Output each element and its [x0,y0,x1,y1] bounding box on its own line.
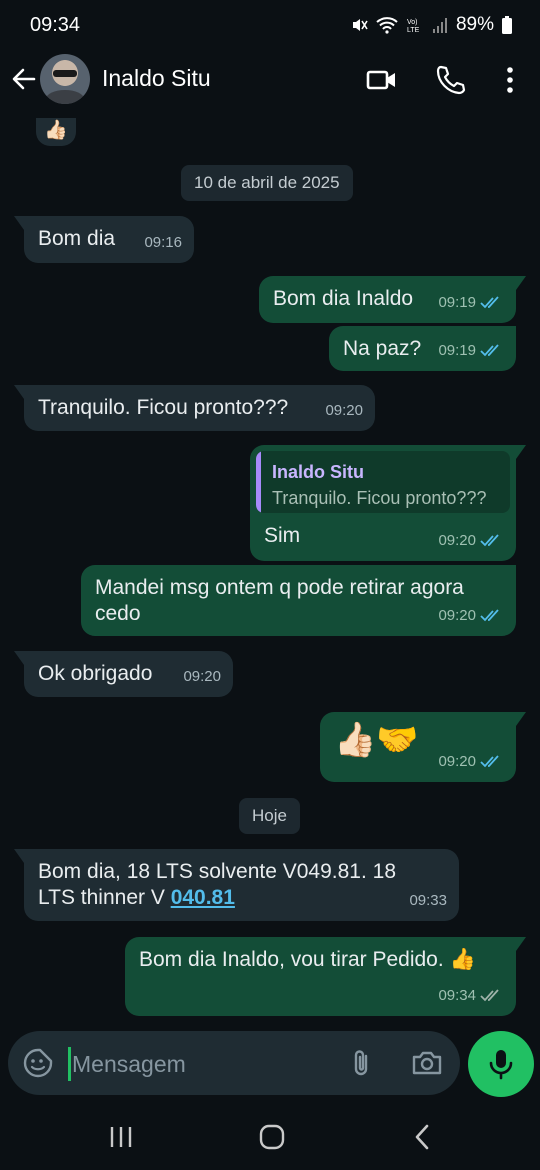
bubble-tail [14,849,24,863]
quoted-message[interactable]: Inaldo Situ Tranquilo. Ficou pronto??? [256,451,510,513]
message-time: 09:16 [144,230,182,256]
message-text: Ok obrigado [38,662,153,685]
bubble-tail [14,651,24,665]
time-label: 09:20 [438,607,476,624]
video-call-icon[interactable] [366,64,398,96]
quoted-author: Inaldo Situ [272,462,364,482]
time-label: 09:34 [438,987,476,1004]
back-nav-icon[interactable] [408,1122,438,1152]
message-text: Bom dia [38,227,116,250]
message-text: Sim [264,524,301,547]
message-time: 09:20 [438,749,504,775]
time-label: 09:19 [438,342,476,359]
delivered-ticks-icon [480,989,499,1002]
status-icons: Vo) LTE 89% [350,14,512,36]
bubble-tail [516,712,526,726]
time-label: 09:20 [438,753,476,770]
bubble-tail [516,276,526,290]
message-text: Bom dia, 18 LTS solvente V049.81. 18 LTS… [38,859,396,911]
battery-icon [502,16,512,34]
sticker-emoji-icon[interactable] [22,1047,54,1079]
back-arrow-icon[interactable] [8,62,42,96]
message-time: 09:19 [438,290,504,316]
reaction-badge[interactable]: 👍🏻 [36,118,76,146]
message-input[interactable] [70,1043,344,1085]
home-icon[interactable] [257,1122,287,1152]
bubble-tail [14,385,24,399]
signal-icon [432,18,447,33]
quoted-text: Tranquilo. Ficou pronto??? [272,488,487,508]
bubble-tail [516,937,526,951]
message-time: 09:19 [438,338,504,364]
microphone-icon [489,1050,513,1080]
message-time: 09:20 [183,664,221,690]
time-label: 09:19 [438,294,476,311]
read-ticks-icon [480,296,499,309]
message-text: Bom dia Inaldo [273,287,414,310]
message-time: 09:33 [409,888,447,914]
message-outgoing[interactable]: Bom dia Inaldo 09:19 [259,276,526,323]
time-label: 09:20 [438,532,476,549]
message-outgoing[interactable]: Bom dia Inaldo, vou tirar Pedido. 👍 09:3… [125,937,526,1016]
message-outgoing-emoji[interactable]: 👍🏻🤝 09:20 [320,712,526,782]
battery-percent: 89% [455,14,494,35]
message-incoming[interactable]: Ok obrigado 09:20 [14,651,233,697]
message-text: Tranquilo. Ficou pronto??? [38,396,289,419]
message-composer [8,1031,460,1095]
mute-icon [352,19,368,31]
message-time: 09:20 [325,398,363,424]
message-outgoing-reply[interactable]: Inaldo Situ Tranquilo. Ficou pronto??? S… [250,445,526,561]
svg-text:Vo): Vo) [407,19,418,26]
svg-text:LTE: LTE [407,27,420,34]
message-text: Mandei msg ontem q pode retirar agora ce… [95,576,464,625]
status-time: 09:34 [30,14,81,36]
avatar-glasses [53,70,77,77]
time-label: 09:16 [144,234,182,251]
read-ticks-icon [480,755,499,768]
phone-number-link[interactable]: 040.81 [171,886,235,909]
message-text: Na paz? [343,337,422,360]
message-time: 09:20 [438,603,504,629]
attach-icon[interactable] [346,1047,378,1079]
message-emoji: 👍🏻🤝 [334,721,419,759]
message-incoming[interactable]: Bom dia, 18 LTS solvente V049.81. 18 LTS… [14,849,459,921]
avatar-shirt [46,90,84,104]
avatar[interactable] [40,54,90,104]
camera-icon[interactable] [410,1047,444,1079]
message-outgoing[interactable]: Na paz? 09:19 [329,326,516,371]
time-label: 09:33 [409,892,447,909]
recent-apps-icon[interactable] [106,1122,136,1152]
wifi-icon [376,17,398,34]
message-time: 09:20 [438,528,504,554]
status-bar: 09:34 Vo) LTE 89% [0,0,540,50]
read-ticks-icon [480,344,499,357]
message-outgoing[interactable]: Mandei msg ontem q pode retirar agora ce… [81,565,516,636]
message-incoming[interactable]: Tranquilo. Ficou pronto??? 09:20 [14,385,375,431]
contact-name[interactable]: Inaldo Situ [102,65,211,92]
time-label: 09:20 [183,668,221,685]
date-chip: 10 de abril de 2025 [181,165,353,201]
message-time: 09:34 [438,983,504,1009]
bubble-tail [14,216,24,230]
more-vert-icon[interactable] [494,64,526,96]
system-nav-bar [0,1100,540,1170]
message-text: Bom dia Inaldo, vou tirar Pedido. 👍 [139,948,476,971]
bubble-tail [516,445,526,459]
chat-header: Inaldo Situ [0,50,540,118]
date-chip: Hoje [239,798,300,834]
read-ticks-icon [480,609,499,622]
chat-messages[interactable]: 👍🏻 10 de abril de 2025 Bom dia 09:16 Bom… [0,118,540,1028]
quote-bar [256,451,261,513]
voice-record-button[interactable] [468,1031,534,1097]
message-incoming[interactable]: Bom dia 09:16 [14,216,194,263]
time-label: 09:20 [325,402,363,419]
phone-icon[interactable] [434,64,466,96]
read-ticks-icon [480,534,499,547]
volte-icon: Vo)LTE [407,19,420,34]
